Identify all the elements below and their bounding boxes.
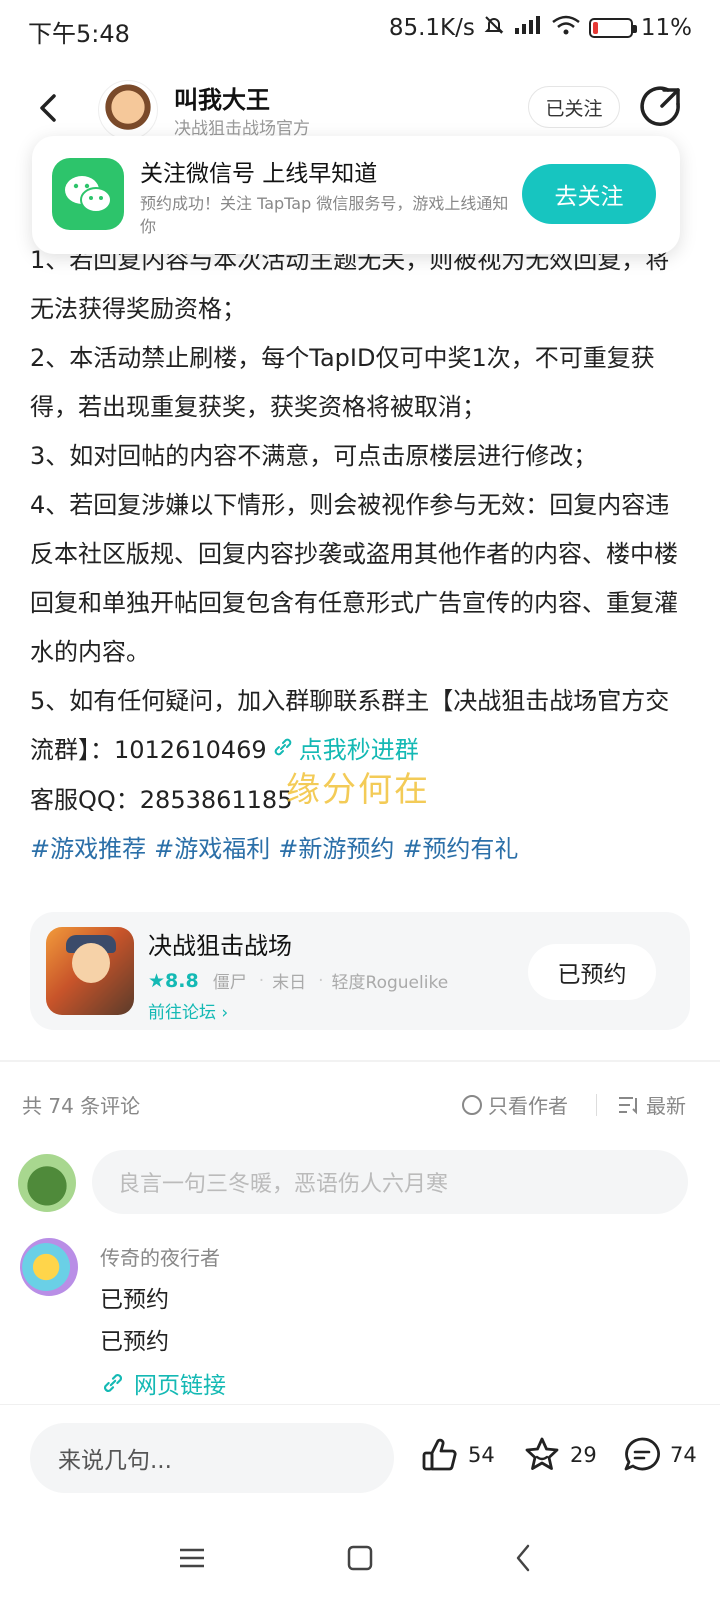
- commenter-avatar[interactable]: [20, 1238, 78, 1296]
- hashtag[interactable]: #游戏推荐: [30, 835, 146, 863]
- comment-input[interactable]: 良言一句三冬暖，恶语伤人六月寒: [92, 1150, 688, 1214]
- join-group-link[interactable]: 点我秒进群: [299, 736, 419, 764]
- sort-list-icon: [619, 1096, 637, 1114]
- game-app-icon[interactable]: [46, 927, 134, 1015]
- game-score: ★8.8: [148, 970, 199, 992]
- rule-3: 3、如对回帖的内容不满意，可点击原楼层进行修改；: [30, 442, 598, 470]
- like-button[interactable]: 54: [420, 1435, 495, 1475]
- rule-4: 4、若回复涉嫌以下情形，则会被视作参与无效：回复内容违反本社区版规、回复内容抄袭…: [30, 491, 678, 666]
- system-nav-bar: [0, 1516, 720, 1600]
- back-button[interactable]: [30, 88, 70, 128]
- commenter-name[interactable]: 传奇的夜行者: [100, 1242, 220, 1271]
- wifi-icon: [551, 14, 581, 42]
- go-to-forum-link[interactable]: 前往论坛 ›: [148, 998, 228, 1023]
- sort-newest-button[interactable]: 最新: [618, 1090, 686, 1119]
- chevron-left-icon: [40, 94, 56, 122]
- comments-count: 共 74 条评论: [22, 1094, 141, 1118]
- comment-text: 已预约: [100, 1329, 169, 1355]
- game-tag: 末日: [272, 973, 307, 993]
- dot-separator: ·: [258, 970, 265, 991]
- rule-2: 2、本活动禁止刷楼，每个TapID仅可中奖1次，不可重复获得，若出现重复获奖，获…: [30, 344, 655, 421]
- battery-icon: [588, 18, 637, 38]
- watermark-text: 缘分何在: [286, 770, 430, 810]
- favorite-count: 29: [570, 1443, 597, 1467]
- like-count: 54: [468, 1443, 495, 1467]
- back-arrow-icon: [516, 1544, 530, 1572]
- vertical-separator: [596, 1094, 597, 1116]
- game-tag: 僵尸: [212, 973, 247, 993]
- say-something-input[interactable]: 来说几句...: [30, 1423, 394, 1493]
- wechat-follow-card: 关注微信号 上线早知道 预约成功！关注 TapTap 微信服务号，游戏上线通知你…: [32, 136, 680, 254]
- star-icon: ★: [148, 969, 166, 992]
- radio-circle-icon[interactable]: [462, 1094, 482, 1115]
- share-icon: [640, 86, 680, 126]
- comment-count: 74: [670, 1443, 697, 1467]
- link-icon: [104, 1374, 122, 1392]
- forum-link-label[interactable]: 前往论坛: [148, 1003, 216, 1023]
- menu-icon: [180, 1548, 204, 1568]
- comment-button[interactable]: 74: [622, 1435, 697, 1475]
- chevron-right-icon: ›: [221, 1003, 229, 1023]
- status-right: 85.1K/s 11%: [389, 14, 692, 42]
- go-follow-button[interactable]: 去关注: [522, 164, 656, 224]
- game-title[interactable]: 决战狙击战场: [148, 926, 292, 961]
- author-name[interactable]: 叫我大王: [174, 80, 270, 115]
- section-divider: [0, 1060, 720, 1062]
- game-score-value: 8.8: [165, 969, 199, 992]
- wechat-card-desc: 预约成功！关注 TapTap 微信服务号，游戏上线通知你: [140, 194, 509, 236]
- only-author-label[interactable]: 只看作者: [488, 1090, 568, 1119]
- square-home-icon: [347, 1545, 373, 1571]
- hashtag[interactable]: #新游预约: [278, 835, 394, 863]
- author-avatar[interactable]: [98, 80, 158, 140]
- web-link-label[interactable]: 网页链接: [134, 1366, 226, 1400]
- net-speed: 85.1K/s: [388, 15, 475, 41]
- star-outline-icon: [525, 1437, 559, 1470]
- favorite-button[interactable]: 29: [522, 1435, 597, 1475]
- mute-bell-icon: [483, 14, 505, 42]
- user-avatar[interactable]: [18, 1154, 76, 1212]
- signal-icon: [513, 14, 543, 42]
- follow-button[interactable]: 已关注: [528, 86, 620, 128]
- bottom-action-bar: 来说几句... 54 29 74: [0, 1404, 720, 1516]
- rule-5: 5、如有任何疑问，加入群聊联系群主【决战狙击战场官方交流群】：101261046…: [30, 677, 690, 776]
- status-bar: 下午5:48 85.1K/s 11%: [0, 0, 720, 60]
- game-card[interactable]: 决战狙击战场 ★8.8 僵尸 · 末日 · 轻度Roguelike 前往论坛 ›…: [30, 912, 690, 1030]
- sort-label[interactable]: 最新: [646, 1090, 686, 1119]
- game-tag: 轻度Roguelike: [331, 973, 449, 993]
- back-nav-button[interactable]: [502, 1536, 546, 1580]
- hashtag-row: #游戏推荐 #游戏福利 #新游预约 #预约有礼: [30, 825, 690, 874]
- battery-percent: 11%: [640, 15, 692, 41]
- wechat-card-title: 关注微信号 上线早知道: [140, 161, 378, 187]
- thumbs-up-icon: [422, 1438, 457, 1471]
- menu-nav-button[interactable]: [170, 1536, 214, 1580]
- hashtag[interactable]: #预约有礼: [402, 835, 518, 863]
- wechat-logo-icon: [52, 158, 124, 230]
- game-meta: ★8.8 僵尸 · 末日 · 轻度Roguelike: [148, 968, 452, 994]
- share-button[interactable]: [638, 84, 684, 130]
- web-link[interactable]: 网页链接: [100, 1366, 226, 1400]
- comment-bubble-icon: [624, 1437, 660, 1471]
- only-author-toggle[interactable]: 只看作者: [462, 1090, 568, 1119]
- dot-separator: ·: [318, 970, 324, 991]
- reserved-button[interactable]: 已预约: [528, 944, 656, 1000]
- home-nav-button[interactable]: [338, 1536, 382, 1580]
- comment-text: 已预约: [100, 1287, 169, 1313]
- hashtag[interactable]: #游戏福利: [154, 835, 270, 863]
- status-time: 下午5:48: [28, 20, 130, 48]
